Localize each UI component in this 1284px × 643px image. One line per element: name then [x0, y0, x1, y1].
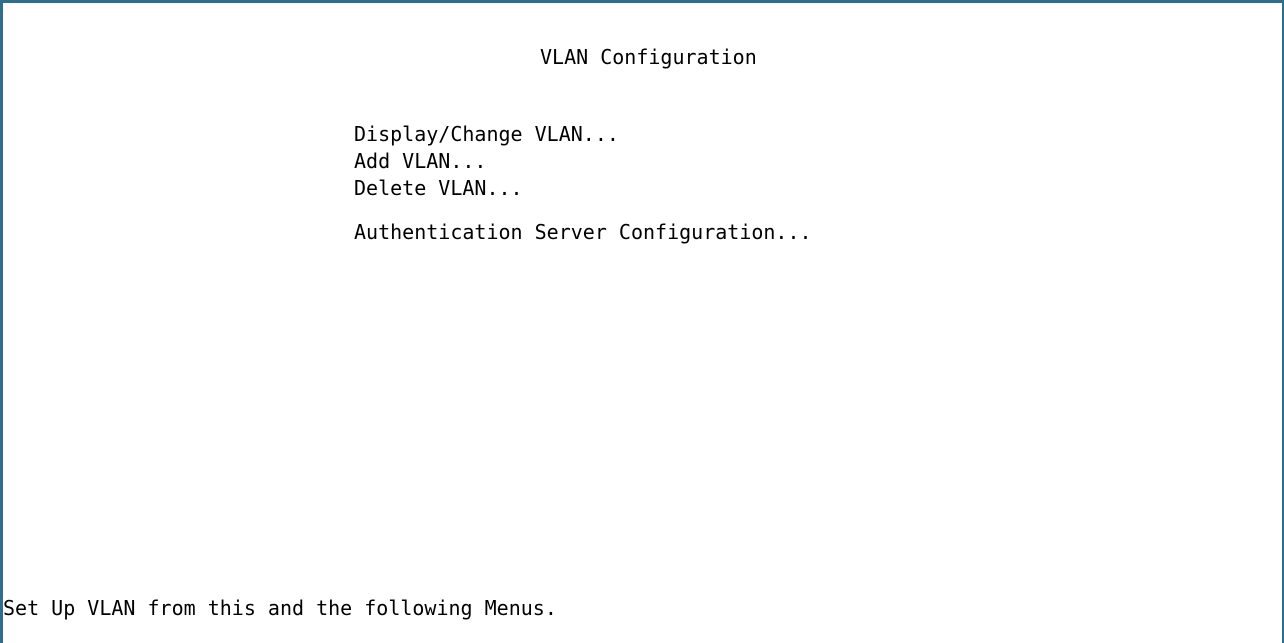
terminal-screen: VLAN Configuration Display/Change VLAN..… [0, 0, 1284, 643]
menu-item-display-change-vlan[interactable]: Display/Change VLAN... [354, 121, 812, 148]
menu-item-authentication-server-configuration[interactable]: Authentication Server Configuration... [354, 219, 812, 246]
menu-item-add-vlan[interactable]: Add VLAN... [354, 148, 812, 175]
vlan-menu: Display/Change VLAN... Add VLAN... Delet… [354, 121, 812, 246]
menu-item-delete-vlan[interactable]: Delete VLAN... [354, 175, 812, 202]
status-line: Set Up VLAN from this and the following … [3, 596, 557, 620]
page-title: VLAN Configuration [540, 45, 757, 69]
